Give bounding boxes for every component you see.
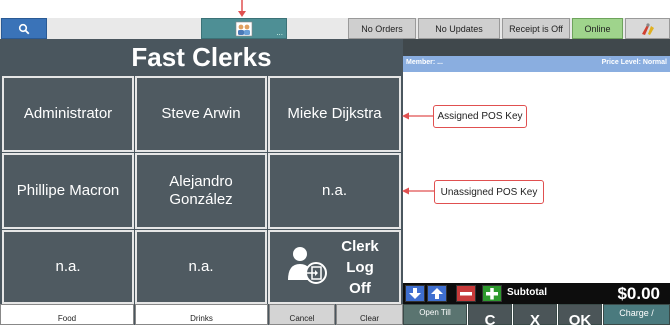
x-key-button[interactable]: X [513, 304, 557, 325]
clerk-key-alejandro-gonzalez[interactable]: Alejandro González [135, 153, 267, 229]
panel-title: Fast Clerks [2, 41, 401, 74]
arrow-up-icon [431, 288, 443, 299]
logoff-icon [288, 247, 327, 284]
pos-screen: ... No Orders No Updates Receipt is Off … [0, 0, 670, 325]
clerk-key-administrator[interactable]: Administrator [2, 76, 134, 152]
order-header-bar [403, 39, 670, 56]
online-status-button[interactable]: Online [572, 18, 623, 39]
open-till-button[interactable]: Open Till [403, 304, 467, 325]
increase-button[interactable] [482, 285, 502, 302]
clerk-key-steve-arwin[interactable]: Steve Arwin [135, 76, 267, 152]
order-list[interactable] [403, 72, 670, 283]
top-toolbar: ... No Orders No Updates Receipt is Off … [0, 18, 670, 39]
cancel-button[interactable]: Cancel [269, 304, 335, 325]
member-bar[interactable]: Member: ... Price Level: Normal [403, 56, 670, 72]
subtotal-amount: $0.00 [617, 284, 660, 303]
fast-clerks-panel: Fast Clerks Administrator Steve Arwin Mi… [0, 39, 403, 325]
c-key-button[interactable]: C [468, 304, 512, 325]
annotation-arrow-icon [402, 112, 435, 120]
arrow-down-icon [409, 288, 421, 299]
clear-button[interactable]: Clear [336, 304, 403, 325]
receipt-toggle-button[interactable]: Receipt is Off [502, 18, 570, 39]
search-button[interactable] [1, 18, 47, 39]
logoff-label: Clerk Log Off [341, 238, 379, 297]
unassigned-key-callout: Unassigned POS Key [434, 180, 544, 204]
no-updates-button[interactable]: No Updates [418, 18, 500, 39]
food-button[interactable]: Food [0, 304, 134, 325]
no-orders-button[interactable]: No Orders [348, 18, 416, 39]
annotation-arrow-icon [238, 0, 246, 17]
clerk-dots: ... [276, 28, 283, 37]
ok-key-button[interactable]: OK [558, 304, 602, 325]
plus-icon [486, 288, 498, 300]
member-label: Member: ... [406, 59, 443, 66]
assigned-key-callout: Assigned POS Key [433, 105, 527, 128]
clerk-key-unassigned[interactable]: n.a. [135, 230, 267, 304]
tools-icon [641, 22, 654, 35]
clerk-key-phillipe-macron[interactable]: Phillipe Macron [2, 153, 134, 229]
annotation-arrow-icon [402, 187, 435, 195]
clerk-key-mieke-dijkstra[interactable]: Mieke Dijkstra [268, 76, 401, 152]
clerk-logoff-button[interactable]: Clerk Log Off [268, 230, 401, 304]
subtotal-bar: Subtotal $0.00 [403, 283, 670, 304]
clerk-key-unassigned[interactable]: n.a. [2, 230, 134, 304]
minus-icon [460, 292, 472, 296]
charge-button[interactable]: Charge / [603, 304, 670, 325]
scroll-up-button[interactable] [427, 285, 447, 302]
users-icon [235, 21, 253, 36]
drinks-button[interactable]: Drinks [135, 304, 268, 325]
price-level-label: Price Level: Normal [601, 59, 667, 66]
decrease-button[interactable] [456, 285, 476, 302]
current-clerk-button[interactable]: ... [201, 18, 287, 39]
search-icon [18, 23, 30, 34]
scroll-down-button[interactable] [405, 285, 425, 302]
subtotal-label: Subtotal [507, 287, 547, 298]
tools-button[interactable] [625, 18, 670, 39]
clerk-key-unassigned[interactable]: n.a. [268, 153, 401, 229]
